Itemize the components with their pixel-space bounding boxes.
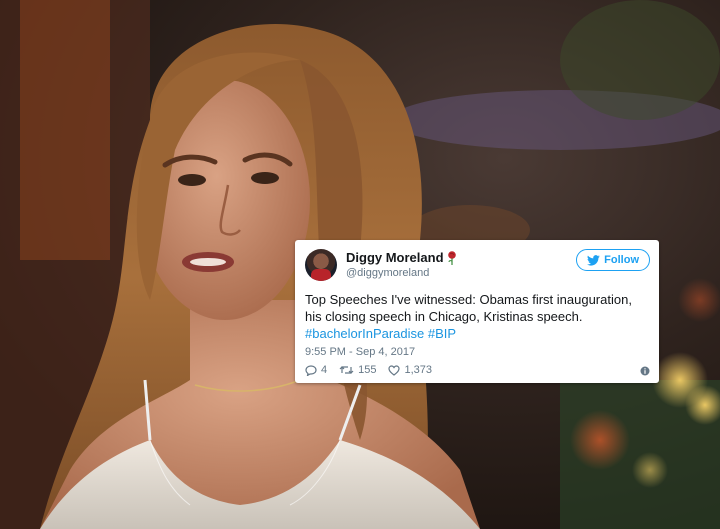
tweet-timestamp[interactable]: 9:55 PM - Sep 4, 2017 [305,346,415,358]
reply-icon [305,364,317,376]
info-icon[interactable] [640,366,650,376]
rose-icon [447,250,456,265]
reply-count: 4 [321,364,328,376]
hashtag-link[interactable]: #bachelorInParadise [305,326,424,341]
bird-icon [587,254,600,266]
user-handle[interactable]: @diggymoreland [346,267,429,279]
display-name[interactable]: Diggy Moreland [346,250,444,265]
hashtag-link[interactable]: #BIP [428,326,456,341]
follow-label: Follow [604,254,639,266]
follow-button[interactable]: Follow [576,249,650,271]
tweet-actions: 4 155 1,373 [305,364,444,376]
heart-icon [388,364,401,376]
like-action[interactable]: 1,373 [388,364,432,376]
tweet-card[interactable]: Diggy Moreland @diggymoreland Follow Top… [295,240,659,383]
tweet-body: Top Speeches I've witnessed: Obamas firs… [305,292,632,324]
retweet-count: 155 [358,364,377,376]
retweet-action[interactable]: 155 [339,364,376,376]
like-count: 1,373 [404,364,433,376]
display-name-row[interactable]: Diggy Moreland [346,250,457,265]
retweet-icon [339,366,354,374]
reply-action[interactable]: 4 [305,364,327,376]
avatar[interactable] [305,249,337,281]
tweet-text: Top Speeches I've witnessed: Obamas firs… [305,291,651,342]
